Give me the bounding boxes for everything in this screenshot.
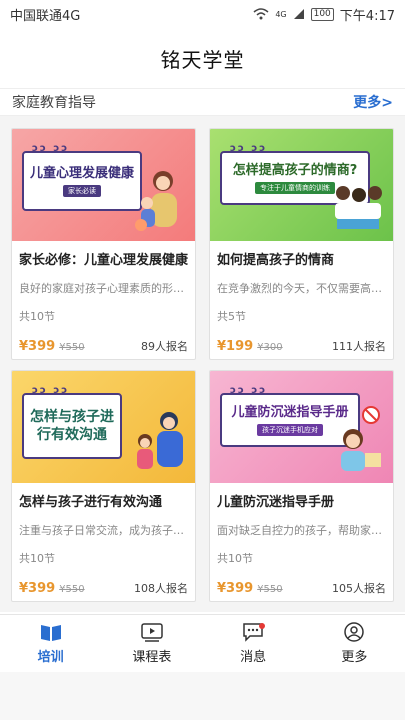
course-cover: ↄↄ ↄↄ 儿童心理发展健康 家长必读 [12,129,195,241]
parent-child-illustration [137,412,183,469]
cover-subtitle: 家长必读 [63,184,101,197]
original-price: ¥300 [257,342,283,353]
course-desc: 在竞争激烈的今天，不仅需要高智... [217,282,386,295]
book-icon [40,625,61,641]
original-price: ¥550 [59,584,85,595]
tab-label: 消息 [240,650,267,665]
card-body: 儿童防沉迷指导手册 面对缺乏自控力的孩子，帮助家长... 共10节 ¥399 ¥… [210,483,393,601]
section-header: 家庭教育指导 更多> [0,88,405,116]
price-wrap: ¥399 ¥550 [19,339,85,354]
enroll-count: 105人报名 [332,582,386,595]
course-desc: 面对缺乏自控力的孩子，帮助家长... [217,524,386,537]
card-body: 如何提高孩子的情商 在竞争激烈的今天，不仅需要高智... 共5节 ¥199 ¥3… [210,241,393,359]
price-wrap: ¥199 ¥300 [217,339,283,354]
cover-subtitle: 孩子沉迷手机应对 [257,423,323,436]
course-name: 家长必修：儿童心理发展健康 [19,253,188,268]
card-footer: ¥399 ¥550 105人报名 [217,580,386,596]
system-nav-area [0,672,405,720]
course-card[interactable]: ↄↄ ↄↄ 怎样提高孩子的情商? 专注于儿童情商的训练 如何提高孩子的情商 在竞… [209,128,394,360]
course-cover: ↄↄ ↄↄ 怎样提高孩子的情商? 专注于儿童情商的训练 [210,129,393,241]
price-wrap: ¥399 ¥550 [217,581,283,596]
original-price: ¥550 [59,342,85,353]
status-bar: 中国联通4G 4G 100 下午4:17 [0,0,405,28]
price: ¥199 [217,339,254,354]
course-card[interactable]: ↄↄ ↄↄ 怎样与孩子进行有效沟通 怎样与孩子进行有效沟通 注重与孩子日常交流，… [11,370,196,602]
card-footer: ¥399 ¥550 108人报名 [19,580,188,596]
price-wrap: ¥399 ¥550 [19,581,85,596]
carrier-label: 中国联通4G [10,8,81,24]
lesson-count: 共10节 [19,552,55,565]
course-name: 如何提高孩子的情商 [217,253,335,268]
tab-label: 更多 [341,650,368,665]
mother-child-illustration [135,171,177,231]
network-label: 4G [275,9,287,19]
course-desc: 注重与孩子日常交流，成为孩子的... [19,524,188,537]
price: ¥399 [19,339,56,354]
tab-more[interactable]: 更多 [304,615,405,672]
cover-subtitle: 专注于儿童情商的训练 [255,181,335,194]
user-icon [344,622,365,642]
tab-label: 课程表 [132,650,172,665]
tab-label: 培训 [37,650,64,665]
time-label: 下午4:17 [339,8,395,24]
tab-messages[interactable]: 消息 [203,615,304,672]
cover-title: 怎样与孩子进行有效沟通 [30,409,114,443]
lesson-count: 共10节 [217,552,253,565]
lesson-count: 共5节 [217,310,246,323]
course-cover: ↄↄ ↄↄ 怎样与孩子进行有效沟通 [12,371,195,483]
tab-training[interactable]: 培训 [0,615,101,672]
course-desc: 良好的家庭对孩子心理素质的形成... [19,282,188,295]
card-body: 怎样与孩子进行有效沟通 注重与孩子日常交流，成为孩子的... 共10节 ¥399… [12,483,195,601]
page-title: 铭天学堂 [160,47,245,72]
cover-title: 儿童心理发展健康 [29,165,134,181]
unread-dot [258,623,265,629]
course-name: 怎样与孩子进行有效沟通 [19,495,163,510]
lesson-count: 共10节 [19,310,55,323]
cover-board: 儿童心理发展健康 家长必读 [22,151,142,211]
kids-reading-illustration [335,186,382,229]
card-footer: ¥399 ¥550 89人报名 [19,338,188,354]
course-name: 儿童防沉迷指导手册 [217,495,335,510]
enroll-count: 111人报名 [332,340,386,353]
video-icon [141,623,163,642]
status-right: 4G 100 下午4:17 [253,5,395,24]
price: ¥399 [217,581,254,596]
signal-icon [293,9,304,19]
enroll-count: 89人报名 [141,340,188,353]
section-title: 家庭教育指导 [12,95,96,111]
cover-board: 怎样与孩子进行有效沟通 [22,393,122,459]
wifi-icon [253,8,269,20]
course-cover: ↄↄ ↄↄ 儿童防沉迷指导手册 孩子沉迷手机应对 [210,371,393,483]
course-card[interactable]: ↄↄ ↄↄ 儿童心理发展健康 家长必读 家长必修：儿童心理发展健康 良好的家庭对… [11,128,196,360]
course-card[interactable]: ↄↄ ↄↄ 儿童防沉迷指导手册 孩子沉迷手机应对 儿童防沉迷指导手册 面对缺乏自… [209,370,394,602]
card-body: 家长必修：儿童心理发展健康 良好的家庭对孩子心理素质的形成... 共10节 ¥3… [12,241,195,359]
battery-icon: 100 [310,7,334,21]
bottom-tab-bar: 培训 课程表 消息 更多 [0,614,405,672]
original-price: ¥550 [257,584,283,595]
child-phone-illustration [341,406,381,471]
card-footer: ¥199 ¥300 111人报名 [217,338,386,354]
enroll-count: 108人报名 [134,582,188,595]
tab-schedule[interactable]: 课程表 [101,615,202,672]
price: ¥399 [19,581,56,596]
more-link[interactable]: 更多> [353,92,393,112]
course-grid: ↄↄ ↄↄ 儿童心理发展健康 家长必读 家长必修：儿童心理发展健康 良好的家庭对… [0,116,405,612]
